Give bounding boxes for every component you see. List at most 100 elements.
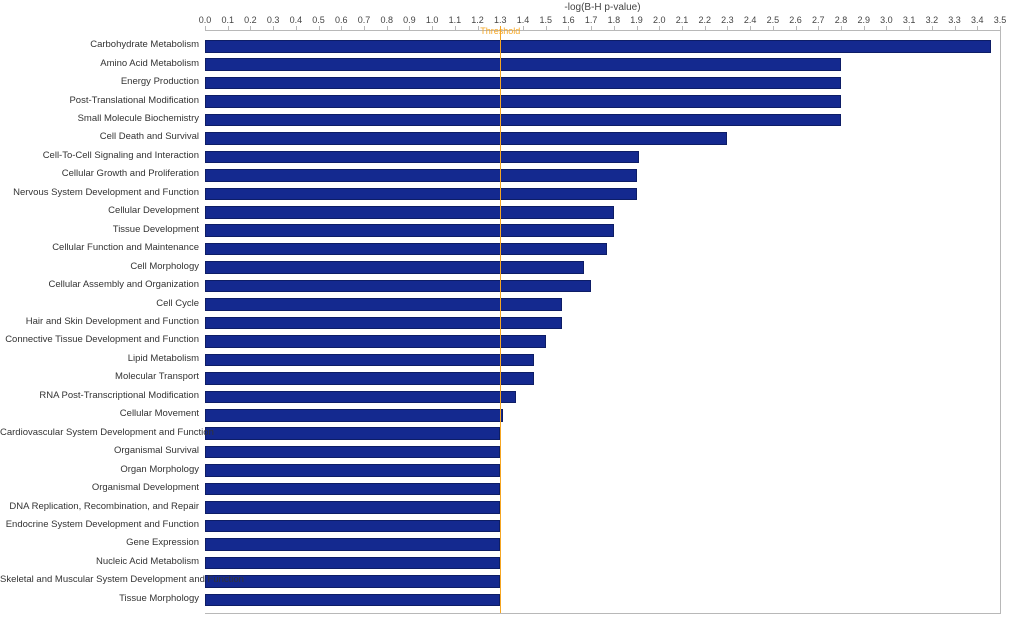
bar-row bbox=[205, 535, 1000, 553]
bar bbox=[205, 243, 607, 256]
category-label: Hair and Skin Development and Function bbox=[0, 317, 199, 327]
bar bbox=[205, 188, 637, 201]
bar-row bbox=[205, 111, 1000, 129]
bar bbox=[205, 594, 500, 607]
bar bbox=[205, 446, 500, 459]
x-tick-label: 2.7 bbox=[812, 15, 825, 25]
category-label: Cellular Assembly and Organization bbox=[0, 280, 199, 290]
category-label: Cellular Function and Maintenance bbox=[0, 243, 199, 253]
x-tick-label: 0.1 bbox=[221, 15, 234, 25]
bar bbox=[205, 280, 591, 293]
bar bbox=[205, 409, 503, 422]
bar-row bbox=[205, 129, 1000, 147]
bar-row bbox=[205, 443, 1000, 461]
x-tick-label: 0.6 bbox=[335, 15, 348, 25]
category-label: Tissue Morphology bbox=[0, 594, 199, 604]
category-label: Cardiovascular System Development and Fu… bbox=[0, 428, 199, 438]
bar bbox=[205, 557, 500, 570]
x-tick-label: 0.9 bbox=[403, 15, 416, 25]
category-label: RNA Post-Transcriptional Modification bbox=[0, 391, 199, 401]
bar-row bbox=[205, 166, 1000, 184]
category-label: Organismal Development bbox=[0, 483, 199, 493]
bar bbox=[205, 335, 546, 348]
x-tick-label: 1.3 bbox=[494, 15, 507, 25]
bar-row bbox=[205, 554, 1000, 572]
category-label: Organismal Survival bbox=[0, 446, 199, 456]
bar bbox=[205, 169, 637, 182]
bar-row bbox=[205, 425, 1000, 443]
category-label: Nervous System Development and Function bbox=[0, 188, 199, 198]
x-tick-label: 2.3 bbox=[721, 15, 734, 25]
x-tick-label: 3.3 bbox=[948, 15, 961, 25]
category-label: Carbohydrate Metabolism bbox=[0, 40, 199, 50]
bar bbox=[205, 151, 639, 164]
x-tick-label: 3.5 bbox=[994, 15, 1007, 25]
bar bbox=[205, 520, 500, 533]
bar bbox=[205, 261, 584, 274]
bar-row bbox=[205, 314, 1000, 332]
bar bbox=[205, 114, 841, 127]
category-label: Cell Death and Survival bbox=[0, 132, 199, 142]
x-tick-label: 2.5 bbox=[767, 15, 780, 25]
bar-row bbox=[205, 37, 1000, 55]
bar-row bbox=[205, 406, 1000, 424]
bar bbox=[205, 538, 500, 551]
bar bbox=[205, 501, 500, 514]
category-label: Lipid Metabolism bbox=[0, 354, 199, 364]
bar bbox=[205, 77, 841, 90]
category-label: Cellular Growth and Proliferation bbox=[0, 169, 199, 179]
bar-row bbox=[205, 55, 1000, 73]
bar-row bbox=[205, 498, 1000, 516]
bar-row bbox=[205, 92, 1000, 110]
category-label: Gene Expression bbox=[0, 538, 199, 548]
x-tick-label: 2.0 bbox=[653, 15, 666, 25]
bar bbox=[205, 483, 500, 496]
x-tick-label: 0.7 bbox=[358, 15, 371, 25]
bar bbox=[205, 372, 534, 385]
x-tick-label: 0.2 bbox=[244, 15, 257, 25]
bar-row bbox=[205, 185, 1000, 203]
bar bbox=[205, 132, 727, 145]
bar bbox=[205, 391, 516, 404]
plot-area: 0.00.10.20.30.40.50.60.70.80.91.01.11.21… bbox=[205, 30, 1001, 614]
x-tick-label: 2.8 bbox=[835, 15, 848, 25]
bar bbox=[205, 317, 562, 330]
x-tick-label: 0.4 bbox=[290, 15, 303, 25]
bar bbox=[205, 58, 841, 71]
x-tick-label: 3.2 bbox=[926, 15, 939, 25]
category-label: Skeletal and Muscular System Development… bbox=[0, 575, 199, 585]
x-tick-label: 1.4 bbox=[517, 15, 530, 25]
bar-row bbox=[205, 332, 1000, 350]
bar bbox=[205, 95, 841, 108]
bar bbox=[205, 298, 562, 311]
bar-row bbox=[205, 480, 1000, 498]
bar bbox=[205, 224, 614, 237]
bar-row bbox=[205, 295, 1000, 313]
x-tick-label: 3.0 bbox=[880, 15, 893, 25]
bar bbox=[205, 427, 500, 440]
x-tick-label: 2.2 bbox=[698, 15, 711, 25]
x-tick-label: 3.4 bbox=[971, 15, 984, 25]
bar-row bbox=[205, 351, 1000, 369]
x-tick-label: 0.0 bbox=[199, 15, 212, 25]
x-axis-title: -log(B-H p-value) bbox=[205, 2, 1000, 13]
category-label: Tissue Development bbox=[0, 225, 199, 235]
bar-row bbox=[205, 148, 1000, 166]
category-label: Molecular Transport bbox=[0, 372, 199, 382]
category-label: Cellular Movement bbox=[0, 409, 199, 419]
x-tick-label: 2.4 bbox=[744, 15, 757, 25]
x-tick-label: 2.9 bbox=[857, 15, 870, 25]
bars-container bbox=[205, 31, 1000, 613]
bar-row bbox=[205, 369, 1000, 387]
category-label: Endocrine System Development and Functio… bbox=[0, 520, 199, 530]
category-label: Post-Translational Modification bbox=[0, 96, 199, 106]
category-label: Small Molecule Biochemistry bbox=[0, 114, 199, 124]
bar-row bbox=[205, 591, 1000, 609]
x-tick-label: 1.0 bbox=[426, 15, 439, 25]
bar-row bbox=[205, 388, 1000, 406]
category-label: Cell-To-Cell Signaling and Interaction bbox=[0, 151, 199, 161]
chart-container: -log(B-H p-value) 0.00.10.20.30.40.50.60… bbox=[0, 0, 1020, 620]
x-tick-label: 1.9 bbox=[630, 15, 643, 25]
threshold-label: Threshold bbox=[480, 26, 520, 36]
bar-row bbox=[205, 222, 1000, 240]
